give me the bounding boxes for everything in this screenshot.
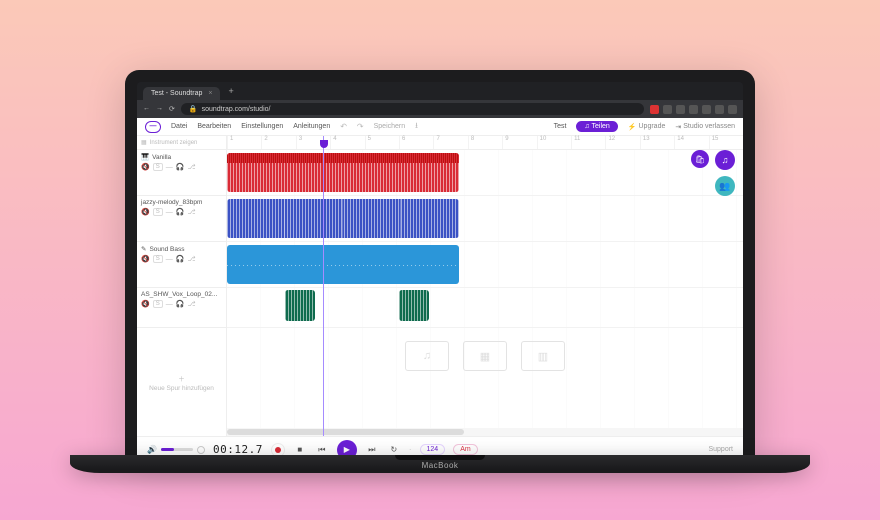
track-name: jazzy-melody_83bpm	[141, 199, 202, 206]
forward-icon[interactable]: →	[156, 105, 163, 113]
address-bar[interactable]: 🔒 soundtrap.com/studio/	[181, 103, 644, 115]
audio-clip[interactable]	[285, 290, 315, 321]
tab-title: Test - Soundtrap	[151, 90, 202, 97]
pattern-drop-zone[interactable]: ▦	[463, 341, 507, 371]
collab-panel-button[interactable]: 👥	[715, 176, 735, 196]
tempo-display[interactable]: 124	[420, 444, 446, 455]
fx-icon[interactable]: ⎇	[187, 208, 195, 216]
volume-slider[interactable]: —	[166, 256, 173, 263]
pencil-icon: ✎	[141, 245, 146, 253]
redo-icon[interactable]: ↷	[357, 122, 364, 131]
volume-slider[interactable]: —	[166, 164, 173, 171]
upgrade-link[interactable]: ⚡ Upgrade	[628, 123, 666, 131]
support-link[interactable]: Support	[708, 446, 733, 453]
marketplace-icon[interactable]: 🛍	[691, 150, 709, 168]
menu-settings[interactable]: Einstellungen	[241, 123, 283, 130]
add-track-button[interactable]: ＋ Neue Spur hinzufügen	[137, 328, 226, 436]
close-tab-icon[interactable]: ×	[208, 90, 212, 97]
download-icon[interactable]: ⭳	[415, 120, 418, 134]
audio-clip[interactable]	[399, 290, 429, 321]
laptop-brand: MacBook	[422, 461, 459, 470]
exit-studio-button[interactable]: ⇥ Studio verlassen	[675, 123, 735, 131]
timeline: 1 2 3 4 5 6 7 8 9 10 11 12 13 14	[227, 136, 743, 436]
volume-slider[interactable]: —	[166, 209, 173, 216]
loops-panel-button[interactable]: ♫	[715, 150, 735, 170]
plus-icon: ＋	[178, 373, 185, 383]
menu-file[interactable]: Datei	[171, 123, 187, 130]
extension-icon[interactable]	[650, 105, 659, 114]
solo-button[interactable]: S	[153, 163, 163, 171]
track-sidebar: ▦ Instrument zeigen 🎹Vanilla 🔇S—🎧⎇ jazzy…	[137, 136, 227, 436]
app-menubar: — Datei Bearbeiten Einstellungen Anleitu…	[137, 118, 743, 136]
laptop-base: MacBook	[70, 455, 810, 473]
app-logo[interactable]: —	[145, 121, 161, 133]
mute-icon[interactable]: 🔇	[141, 300, 150, 308]
browser-extensions	[650, 105, 737, 114]
reload-icon[interactable]: ⟳	[169, 105, 175, 113]
empty-drop-area[interactable]: ♫ ▦ ▥	[227, 328, 743, 384]
back-icon[interactable]: ←	[143, 105, 150, 113]
audio-clip[interactable]	[227, 153, 459, 192]
headphones-icon[interactable]: 🎧	[176, 300, 185, 308]
track-name: Vanilla	[152, 154, 171, 161]
horizontal-scrollbar[interactable]	[227, 428, 743, 436]
extension-icon[interactable]	[663, 105, 672, 114]
show-instrument-toggle[interactable]: ▦ Instrument zeigen	[137, 136, 226, 150]
volume-slider[interactable]: —	[166, 301, 173, 308]
menu-icon[interactable]	[728, 105, 737, 114]
headphones-icon[interactable]: 🎧	[176, 163, 185, 171]
share-button[interactable]: ♫ Teilen	[576, 121, 617, 132]
arrangement-area[interactable]: ♫ ▦ ▥	[227, 150, 743, 428]
track-header[interactable]: 🎹Vanilla 🔇S—🎧⎇	[137, 150, 226, 196]
menu-edit[interactable]: Bearbeiten	[197, 123, 231, 130]
extension-icon[interactable]	[689, 105, 698, 114]
lock-icon: 🔒	[189, 105, 198, 113]
track-header[interactable]: AS_SHW_Vox_Loop_02... 🔇S—🎧⎇	[137, 288, 226, 328]
fx-icon[interactable]: ⎇	[187, 300, 195, 308]
audio-clip[interactable]	[227, 199, 459, 238]
browser-tab-bar: Test - Soundtrap × +	[137, 82, 743, 100]
mute-icon[interactable]: 🔇	[141, 208, 150, 216]
track-header[interactable]: ✎Sound Bass 🔇S—🎧⎇	[137, 242, 226, 288]
ruler[interactable]: 1 2 3 4 5 6 7 8 9 10 11 12 13 14	[227, 136, 743, 150]
menu-tutorials[interactable]: Anleitungen	[293, 123, 330, 130]
extension-icon[interactable]	[676, 105, 685, 114]
solo-button[interactable]: S	[153, 208, 163, 216]
track-name: AS_SHW_Vox_Loop_02...	[141, 291, 217, 298]
loop-drop-zone[interactable]: ♫	[405, 341, 449, 371]
audio-clip[interactable]	[227, 245, 459, 284]
headphones-icon[interactable]: 🎧	[176, 208, 185, 216]
master-volume[interactable]: 🔊	[147, 445, 205, 454]
fx-icon[interactable]: ⎇	[187, 163, 195, 171]
headphones-icon[interactable]: 🎧	[176, 255, 185, 263]
keys-drop-zone[interactable]: ▥	[521, 341, 565, 371]
mute-icon[interactable]: 🔇	[141, 255, 150, 263]
project-title[interactable]: Test	[554, 123, 567, 130]
track-header[interactable]: jazzy-melody_83bpm 🔇S—🎧⎇	[137, 196, 226, 242]
playhead[interactable]	[323, 136, 324, 436]
profile-icon[interactable]	[715, 105, 724, 114]
solo-button[interactable]: S	[153, 255, 163, 263]
track-name: Sound Bass	[149, 246, 184, 253]
solo-button[interactable]: S	[153, 300, 163, 308]
key-display[interactable]: Am	[453, 444, 478, 455]
extension-icon[interactable]	[702, 105, 711, 114]
new-tab-button[interactable]: +	[224, 86, 237, 96]
undo-icon[interactable]: ↶	[340, 122, 347, 131]
speaker-icon: 🔊	[147, 445, 157, 454]
mute-icon[interactable]: 🔇	[141, 163, 150, 171]
instrument-icon: 🎹	[141, 153, 149, 161]
fx-icon[interactable]: ⎇	[187, 255, 195, 263]
browser-toolbar: ← → ⟳ 🔒 soundtrap.com/studio/	[137, 100, 743, 118]
save-button[interactable]: Speichern	[374, 123, 406, 130]
url-text: soundtrap.com/studio/	[202, 106, 271, 113]
browser-tab[interactable]: Test - Soundtrap ×	[143, 87, 220, 100]
